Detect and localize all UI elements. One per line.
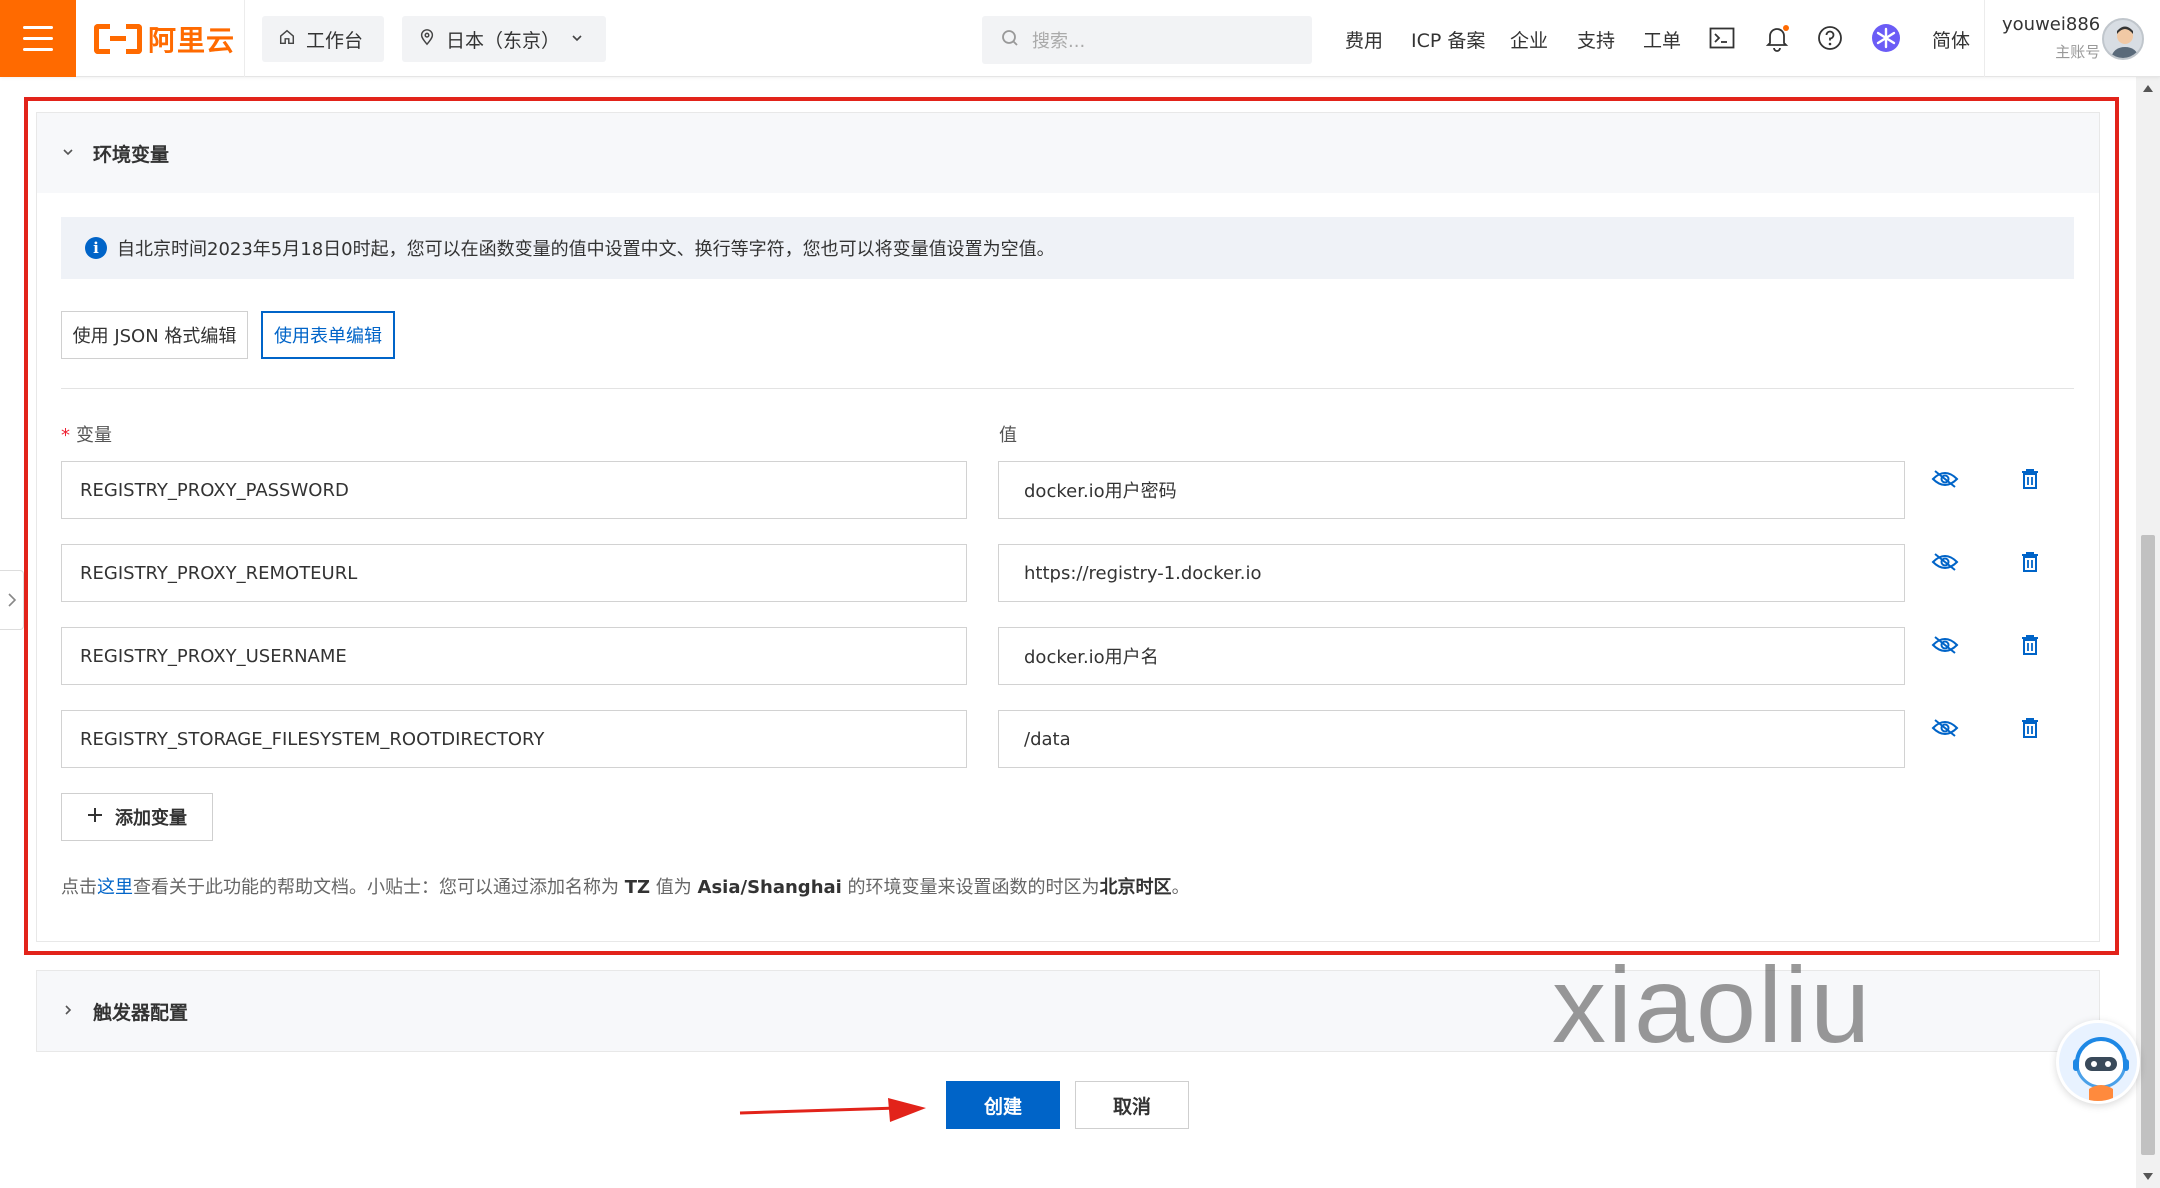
eye-off-icon[interactable]: [1930, 630, 1960, 660]
cancel-button[interactable]: 取消: [1075, 1081, 1189, 1129]
user-info[interactable]: youwei886 主账号: [2002, 14, 2100, 62]
nav-link-enterprise[interactable]: 企业: [1510, 26, 1548, 53]
sidebar-expand-handle[interactable]: [0, 570, 24, 630]
scroll-down-arrow[interactable]: [2143, 1173, 2153, 1180]
variable-key-input[interactable]: REGISTRY_PROXY_PASSWORD: [61, 461, 967, 519]
chevron-right-icon: [61, 1000, 75, 1022]
nav-link-billing[interactable]: 费用: [1345, 26, 1383, 53]
search-placeholder: 搜索...: [1032, 31, 1086, 52]
trash-icon[interactable]: [2015, 630, 2045, 660]
app-root: 阿里云 工作台 日本（东京） 搜索... 费用 ICP 备案 企业 支持 工单 …: [0, 0, 2160, 1188]
aliyun-logo-mark: [94, 24, 142, 54]
chevron-down-icon: [61, 142, 75, 164]
avatar[interactable]: [2102, 18, 2144, 60]
trash-icon[interactable]: [2015, 464, 2045, 494]
info-icon: i: [85, 237, 107, 259]
eye-off-icon[interactable]: [1930, 713, 1960, 743]
workbench-label: 工作台: [306, 29, 364, 52]
env-variables-header[interactable]: 环境变量: [37, 113, 2099, 193]
chevron-down-icon: [570, 28, 584, 50]
home-icon: [278, 28, 296, 51]
menu-icon[interactable]: [0, 0, 76, 77]
eye-off-icon[interactable]: [1930, 547, 1960, 577]
trash-icon[interactable]: [2015, 713, 2045, 743]
terminal-icon[interactable]: [1706, 22, 1738, 54]
variable-value-input[interactable]: docker.io用户密码: [998, 461, 1905, 519]
assistant-avatar[interactable]: [2056, 1020, 2140, 1104]
variable-key-input[interactable]: REGISTRY_PROXY_USERNAME: [61, 627, 967, 685]
add-variable-button[interactable]: 添加变量: [61, 793, 213, 841]
red-arrow-annotation: [739, 1098, 926, 1122]
variable-value-input[interactable]: https://registry-1.docker.io: [998, 544, 1905, 602]
vertical-scrollbar[interactable]: [2136, 77, 2160, 1188]
help-icon[interactable]: [1814, 22, 1846, 54]
logo-text: 阿里云: [148, 24, 236, 57]
notice-text: 自北京时间2023年5月18日0时起，您可以在函数变量的值中设置中文、换行等字符…: [117, 239, 1055, 260]
section-title: 触发器配置: [93, 1001, 189, 1024]
ai-assistant-icon[interactable]: [1870, 22, 1902, 54]
location-icon: [418, 28, 436, 51]
region-label: 日本（东京）: [446, 29, 561, 52]
json-edit-mode-button[interactable]: 使用 JSON 格式编辑: [61, 311, 248, 359]
variable-key-input[interactable]: REGISTRY_PROXY_REMOTEURL: [61, 544, 967, 602]
divider: [244, 0, 245, 77]
divider: [1984, 0, 1985, 77]
env-variables-panel: 环境变量 i 自北京时间2023年5月18日0时起，您可以在函数变量的值中设置中…: [36, 112, 2100, 942]
aliyun-logo[interactable]: 阿里云: [94, 22, 236, 57]
variable-column-label: * 变量: [61, 425, 112, 446]
help-text: 点击这里查看关于此功能的帮助文档。小贴士：您可以通过添加名称为 TZ 值为 As…: [61, 877, 1190, 898]
nav-link-ticket[interactable]: 工单: [1643, 26, 1681, 53]
variable-key-input[interactable]: REGISTRY_STORAGE_FILESYSTEM_ROOTDIRECTOR…: [61, 710, 967, 768]
variable-value-input[interactable]: /data: [998, 710, 1905, 768]
variable-value-input[interactable]: docker.io用户名: [998, 627, 1905, 685]
help-doc-link[interactable]: 这里: [97, 877, 133, 898]
plus-icon: [87, 807, 103, 828]
username: youwei886: [2002, 14, 2101, 35]
search-input[interactable]: 搜索...: [982, 16, 1312, 64]
add-variable-label: 添加变量: [115, 808, 187, 829]
workbench-button[interactable]: 工作台: [262, 16, 384, 62]
scroll-up-arrow[interactable]: [2143, 85, 2153, 92]
create-button[interactable]: 创建: [946, 1081, 1060, 1129]
eye-off-icon[interactable]: [1930, 464, 1960, 494]
region-selector[interactable]: 日本（东京）: [402, 16, 606, 62]
top-nav-bar: 阿里云 工作台 日本（东京） 搜索... 费用 ICP 备案 企业 支持 工单 …: [0, 0, 2160, 77]
section-title: 环境变量: [93, 143, 170, 166]
info-notice: i 自北京时间2023年5月18日0时起，您可以在函数变量的值中设置中文、换行等…: [61, 217, 2074, 279]
bell-icon[interactable]: [1761, 22, 1793, 54]
trigger-config-header[interactable]: 触发器配置: [36, 970, 2100, 1052]
nav-link-support[interactable]: 支持: [1577, 26, 1615, 53]
search-icon: [1000, 28, 1020, 53]
language-switch[interactable]: 简体: [1932, 26, 1970, 53]
required-mark: *: [61, 425, 70, 446]
divider: [61, 388, 2074, 389]
nav-link-icp[interactable]: ICP 备案: [1411, 26, 1485, 53]
chevron-right-icon: [7, 593, 16, 607]
scrollbar-thumb[interactable]: [2141, 535, 2155, 1155]
trash-icon[interactable]: [2015, 547, 2045, 577]
value-column-label: 值: [999, 425, 1017, 446]
account-type: 主账号: [2055, 43, 2101, 61]
form-edit-mode-button[interactable]: 使用表单编辑: [261, 311, 395, 359]
